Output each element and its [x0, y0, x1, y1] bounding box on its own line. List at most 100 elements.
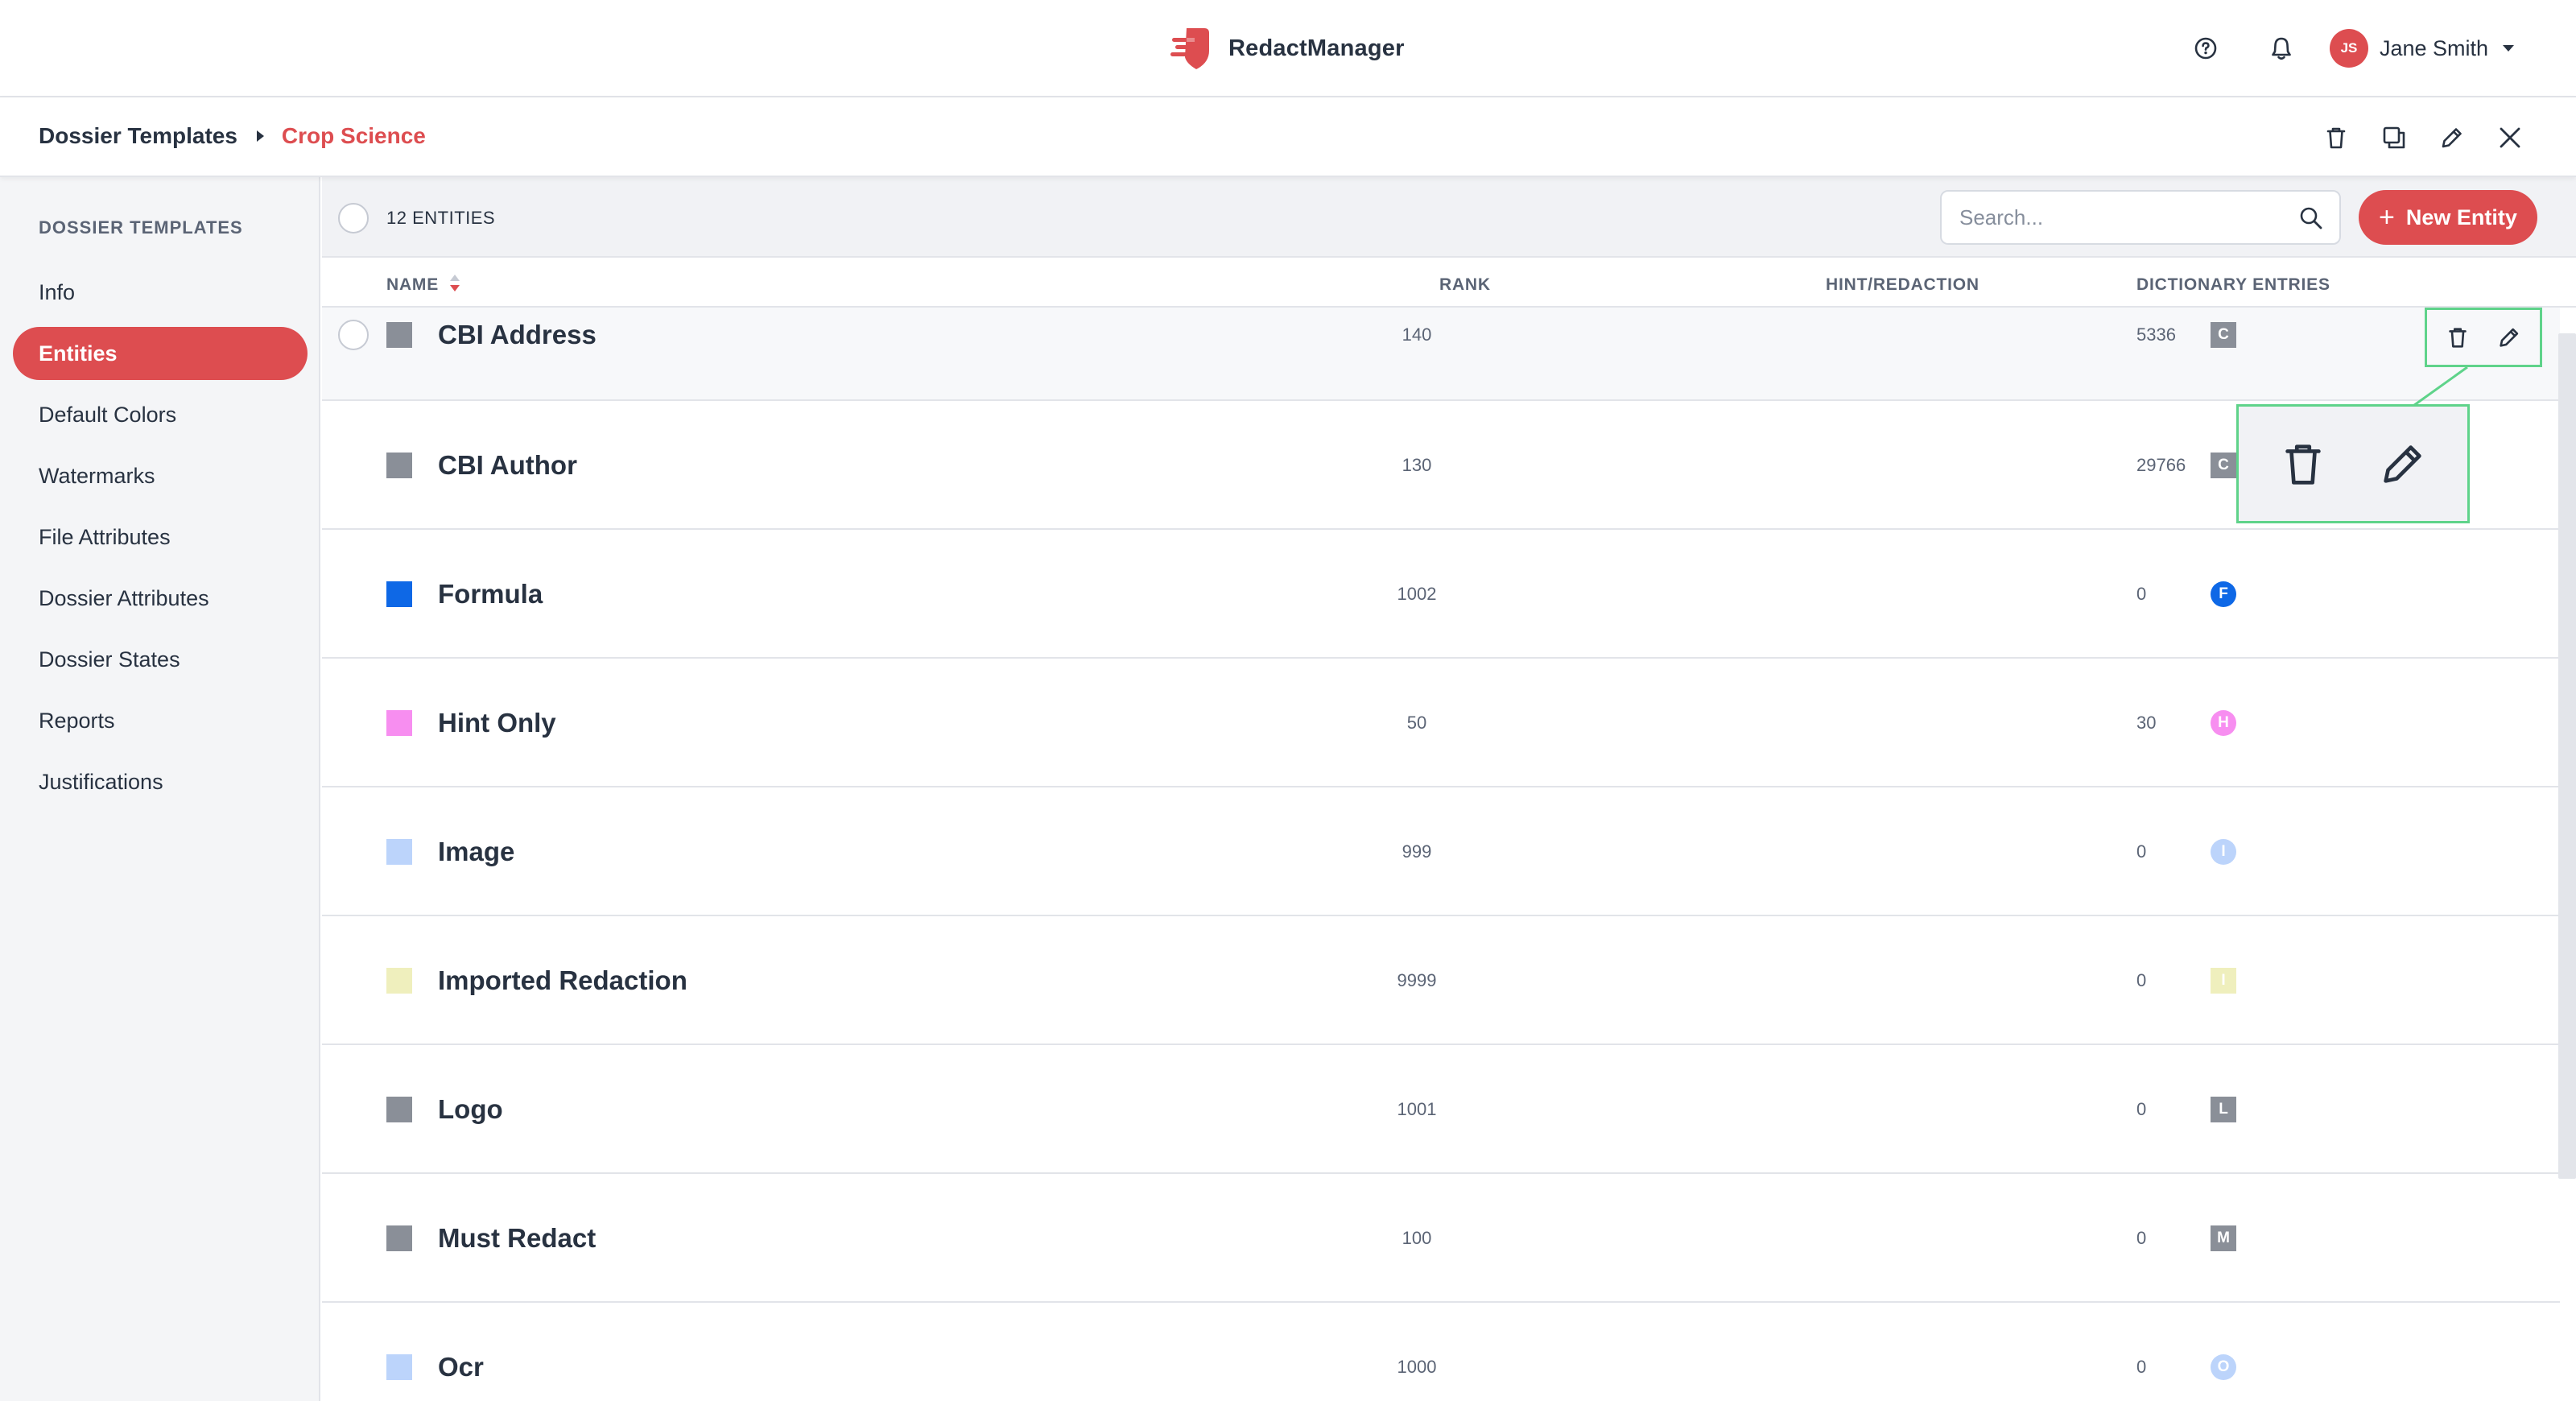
bell-icon [2272, 37, 2291, 60]
search-input[interactable] [1959, 192, 2281, 243]
trash-icon [2449, 328, 2467, 348]
search-icon[interactable] [2297, 205, 2325, 232]
entity-rank: 1002 [1397, 584, 1437, 604]
entity-name: Must Redact [438, 1223, 597, 1253]
callout-connector [2410, 366, 2468, 409]
edit-entity-button[interactable] [2495, 323, 2524, 352]
sidebar-item-file-attributes[interactable]: File Attributes [13, 510, 308, 564]
new-entity-label: New Entity [2405, 205, 2517, 229]
entity-rank: 1001 [1397, 1099, 1437, 1119]
column-name-label: NAME [386, 275, 440, 294]
column-header-rank[interactable]: RANK [1439, 275, 1491, 295]
dictionary-entries-count: 0 [2136, 584, 2147, 604]
table-row[interactable]: Formula 1002 F 0 [322, 530, 2560, 659]
dictionary-entries-count: 5336 [2136, 324, 2176, 345]
zoomed-delete-icon [2275, 436, 2331, 492]
top-bar: RedactManager JS Jane Smith [0, 0, 2576, 97]
sidebar: DOSSIER TEMPLATES Info Entities Default … [0, 177, 320, 1401]
help-button[interactable] [2191, 34, 2220, 63]
entity-name: CBI Author [438, 450, 577, 480]
table-row[interactable]: Ocr 1000 O 0 [322, 1303, 2560, 1401]
hint-redaction-badge: F [2211, 581, 2236, 607]
caret-right-icon [256, 130, 264, 142]
trash-icon [2285, 444, 2321, 485]
table-row[interactable]: Image 999 I 0 [322, 787, 2560, 916]
hint-redaction-badge: H [2211, 710, 2236, 736]
close-button[interactable] [2494, 122, 2526, 154]
copy-icon [2383, 126, 2405, 149]
entity-color-swatch [386, 322, 412, 348]
dictionary-entries-count: 0 [2136, 841, 2147, 862]
sidebar-item-watermarks[interactable]: Watermarks [13, 449, 308, 502]
entity-list: CBI Address 140 C 5336 CBI Author 130 C 29766 Fo… [322, 308, 2560, 1401]
entity-rank: 130 [1402, 455, 1432, 475]
pencil-icon [2500, 328, 2519, 347]
entity-count: 12 ENTITIES [386, 208, 496, 228]
avatar: JS [2330, 29, 2368, 68]
entity-rank: 50 [1406, 713, 1427, 733]
delete-template-button[interactable] [2320, 122, 2352, 154]
hint-redaction-badge: M [2211, 1225, 2236, 1251]
table-scrollbar[interactable] [2558, 333, 2576, 1179]
help-circle-icon [2194, 37, 2217, 60]
entity-color-swatch [386, 968, 412, 994]
hint-redaction-badge: C [2211, 322, 2236, 348]
sidebar-item-dossier-states[interactable]: Dossier States [13, 633, 308, 686]
notifications-button[interactable] [2267, 34, 2296, 63]
breadcrumb: Dossier Templates Crop Science [39, 123, 426, 149]
breadcrumb-current[interactable]: Crop Science [282, 123, 426, 149]
delete-entity-button[interactable] [2443, 323, 2472, 352]
entity-color-swatch [386, 710, 412, 736]
user-name: Jane Smith [2380, 35, 2489, 60]
entity-color-swatch [386, 1097, 412, 1122]
app-name: RedactManager [1228, 35, 1405, 61]
entity-name: Hint Only [438, 708, 556, 738]
pencil-icon [2442, 128, 2462, 148]
search-box [1940, 190, 2341, 245]
hint-redaction-badge: C [2211, 453, 2236, 478]
edit-template-button[interactable] [2436, 122, 2468, 154]
table-row[interactable]: CBI Author 130 C 29766 [322, 401, 2560, 530]
table-row[interactable]: Logo 1001 L 0 [322, 1045, 2560, 1174]
sidebar-item-entities[interactable]: Entities [13, 327, 308, 380]
new-entity-button[interactable]: + New Entity [2359, 190, 2537, 245]
dictionary-entries-count: 29766 [2136, 455, 2186, 475]
sidebar-heading: DOSSIER TEMPLATES [39, 217, 243, 238]
dictionary-entries-count: 0 [2136, 970, 2147, 990]
user-menu[interactable]: JS Jane Smith [2330, 28, 2515, 68]
sidebar-item-info[interactable]: Info [13, 266, 308, 319]
entity-rank: 1000 [1397, 1357, 1437, 1377]
entity-color-swatch [386, 453, 412, 478]
dictionary-entries-count: 30 [2136, 713, 2157, 733]
row-checkbox[interactable] [338, 320, 369, 350]
table-row[interactable]: CBI Address 140 C 5336 [322, 308, 2560, 401]
entity-color-swatch [386, 1354, 412, 1380]
sidebar-item-reports[interactable]: Reports [13, 694, 308, 747]
entity-color-swatch [386, 839, 412, 865]
column-header-hint[interactable]: HINT/REDACTION [1826, 275, 1979, 295]
sidebar-item-default-colors[interactable]: Default Colors [13, 388, 308, 441]
column-header-name[interactable]: NAME [386, 275, 460, 295]
table-row[interactable]: Must Redact 100 M 0 [322, 1174, 2560, 1303]
close-icon [2500, 127, 2520, 148]
select-all-checkbox[interactable] [338, 203, 369, 234]
sidebar-item-justifications[interactable]: Justifications [13, 755, 308, 808]
sidebar-item-dossier-attributes[interactable]: Dossier Attributes [13, 572, 308, 625]
clone-template-button[interactable] [2378, 122, 2410, 154]
entity-color-swatch [386, 1225, 412, 1251]
hint-redaction-badge: O [2211, 1354, 2236, 1380]
table-row[interactable]: Hint Only 50 H 30 [322, 659, 2560, 787]
zoomed-edit-icon [2375, 436, 2431, 492]
trash-icon [2326, 127, 2346, 149]
breadcrumb-root[interactable]: Dossier Templates [39, 123, 237, 149]
plus-icon: + [2379, 202, 2395, 233]
main-content: 12 ENTITIES + New Entity NAME RANK HINT/… [322, 177, 2576, 1401]
table-row[interactable]: Imported Redaction 9999 I 0 [322, 916, 2560, 1045]
entity-name: Formula [438, 579, 543, 609]
column-header-entries[interactable]: DICTIONARY ENTRIES [2136, 275, 2330, 295]
dictionary-entries-count: 0 [2136, 1099, 2147, 1119]
entity-name: Imported Redaction [438, 965, 687, 995]
table-header: NAME RANK HINT/REDACTION DICTIONARY ENTR… [322, 258, 2576, 308]
app-logo[interactable]: RedactManager [1169, 24, 1405, 72]
entity-rank: 999 [1402, 841, 1432, 862]
